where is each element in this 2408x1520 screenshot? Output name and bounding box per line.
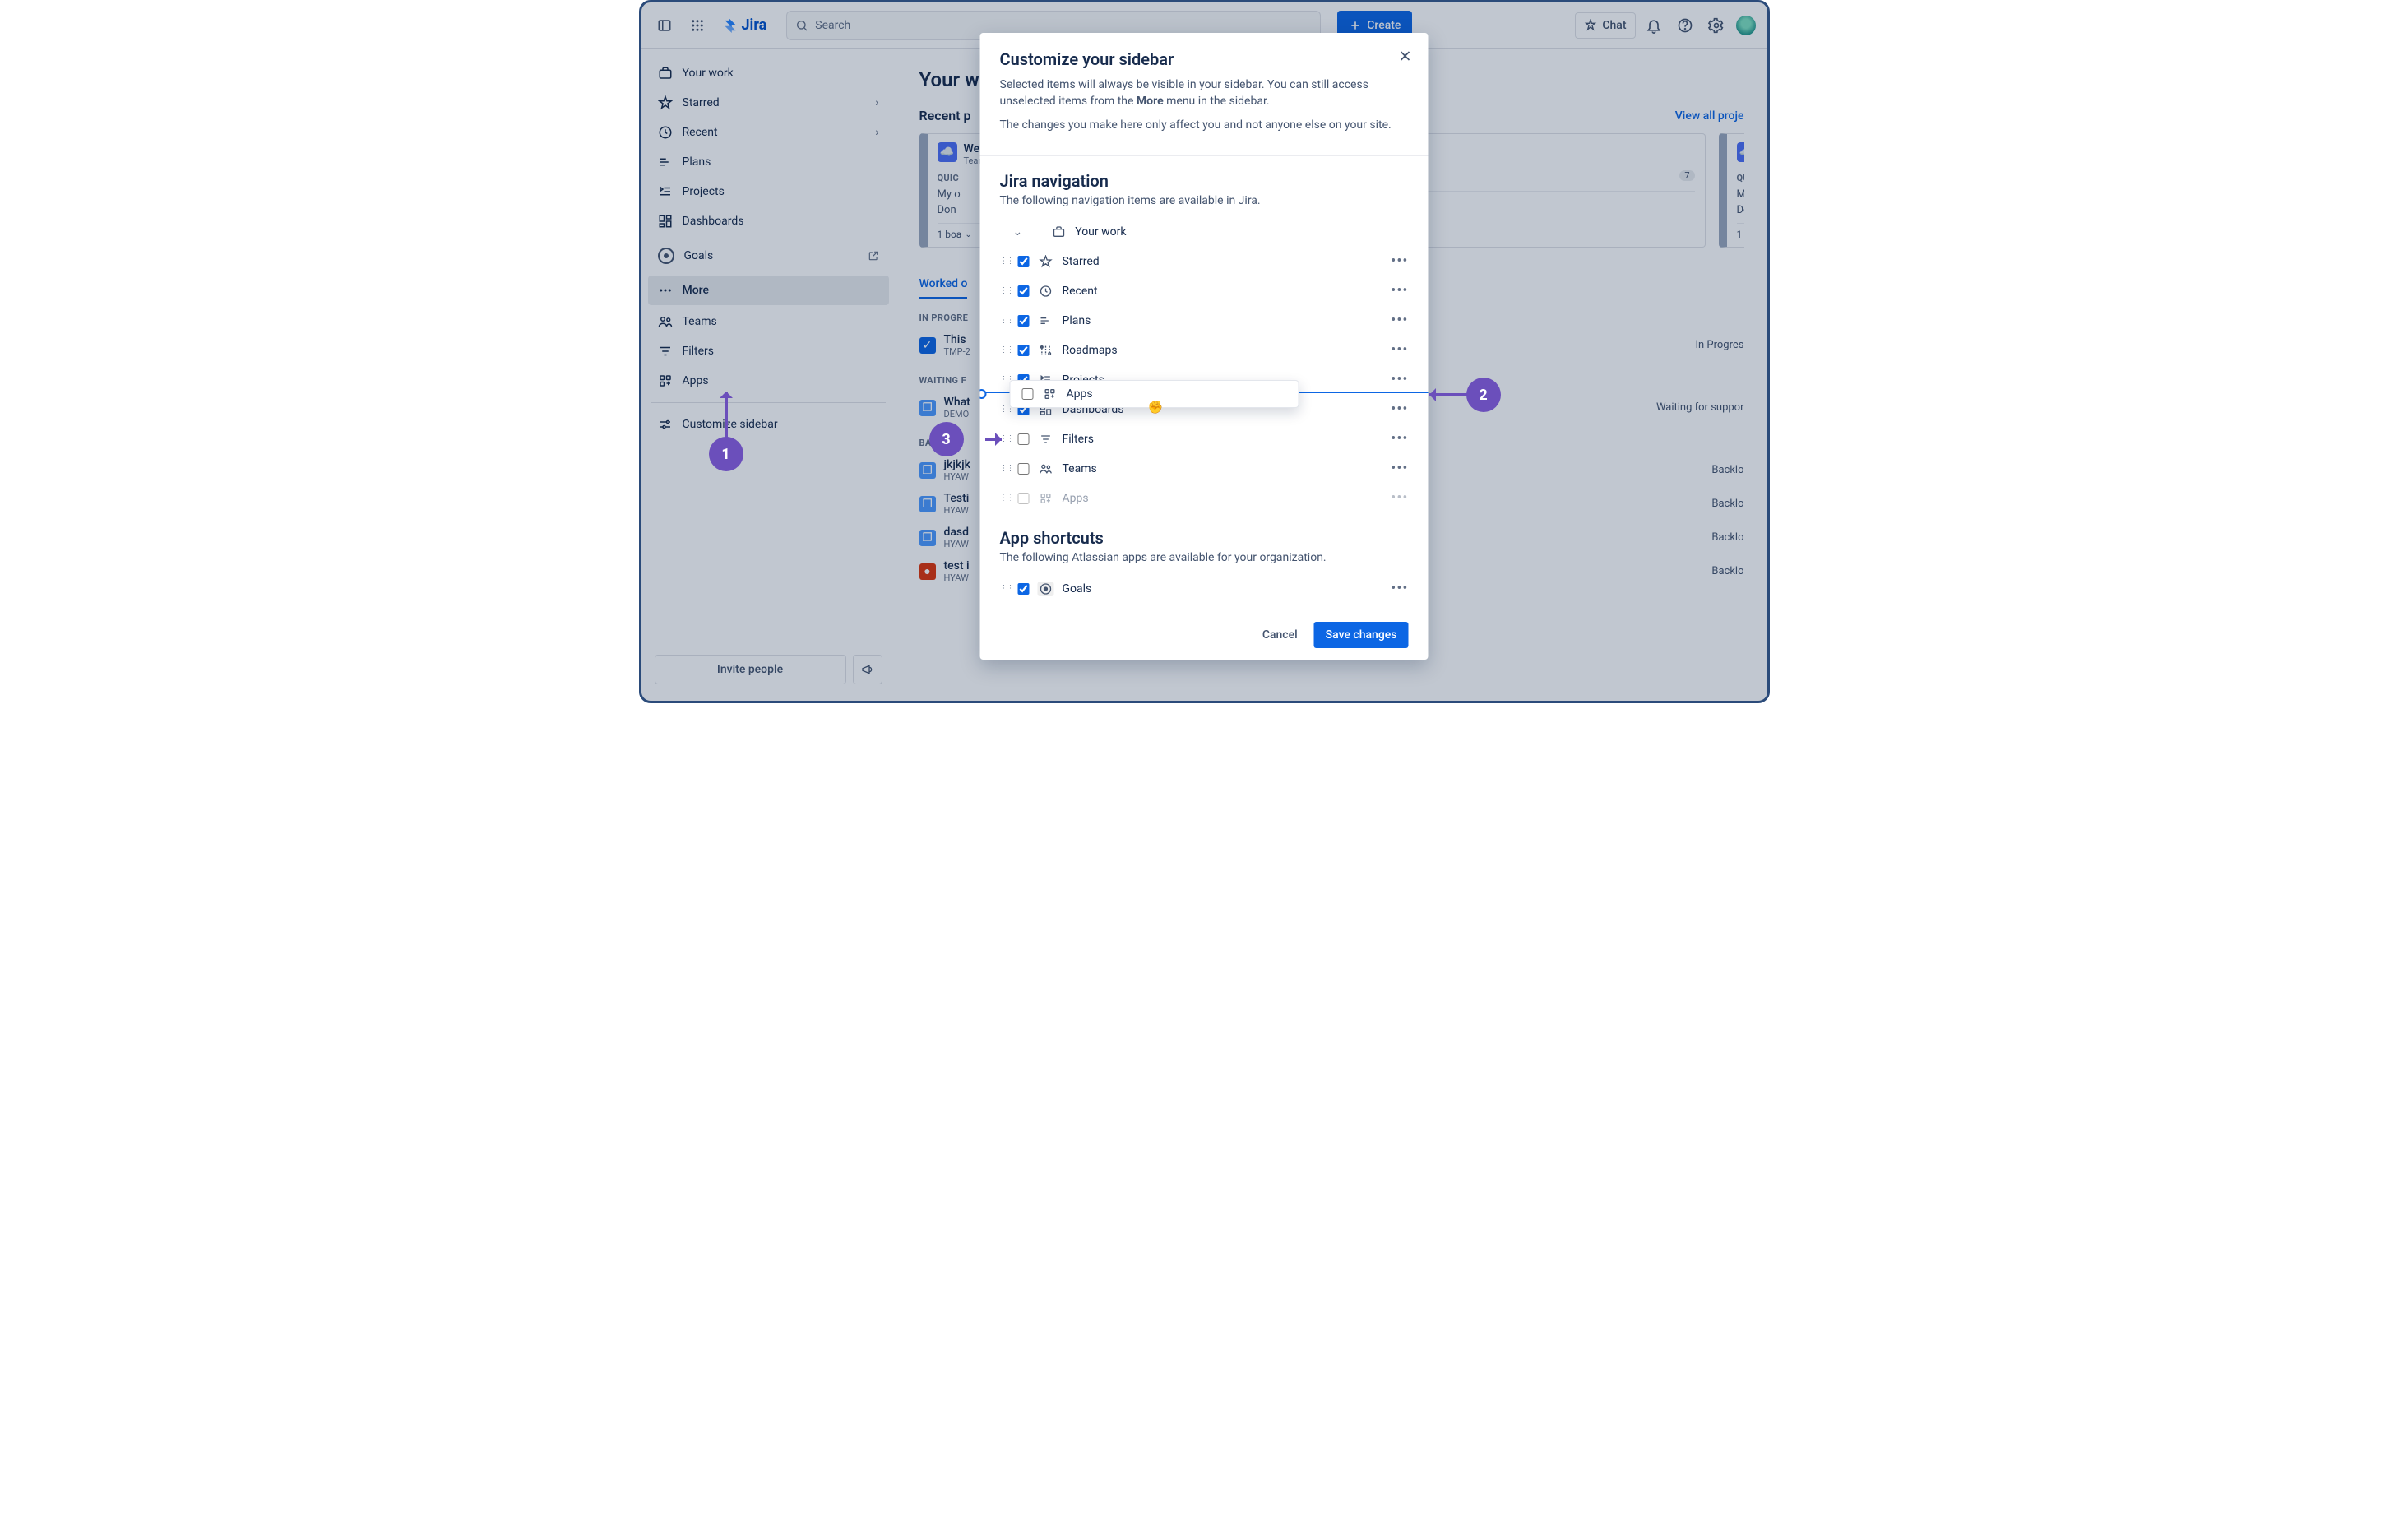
nav-item-label: Starred (1063, 255, 1100, 268)
nav-item-plans[interactable]: ⋮⋮ Plans ••• (1000, 306, 1409, 336)
callout-badge-3: 3 (929, 422, 964, 456)
nav-item-label: Plans (1063, 314, 1091, 327)
shortcut-checkbox[interactable] (1018, 583, 1030, 595)
drag-handle-icon[interactable]: ⋮⋮ (1000, 257, 1010, 266)
drag-handle-icon[interactable]: ⋮⋮ (1000, 464, 1010, 473)
nav-item-checkbox[interactable] (1018, 433, 1030, 445)
nav-item-checkbox[interactable] (1018, 256, 1030, 267)
callout-arrow-1 (725, 392, 728, 438)
nav-item-recent[interactable]: ⋮⋮ Recent ••• (1000, 276, 1409, 306)
modal-description-2: The changes you make here only affect yo… (1000, 118, 1409, 134)
nav-item-label: Your work (1075, 225, 1126, 239)
nav-item-roadmaps[interactable]: ⋮⋮ Roadmaps ••• (1000, 336, 1409, 365)
drag-ghost-label: Apps (1067, 387, 1093, 401)
nav-item-label: Recent (1063, 285, 1098, 298)
nav-item-label: Teams (1063, 462, 1097, 475)
nav-item-more-button[interactable]: ••• (1391, 489, 1408, 507)
callout-badge-1: 1 (709, 437, 743, 471)
grab-cursor-icon: ✊ (1148, 400, 1164, 415)
modal-close-button[interactable] (1397, 48, 1414, 67)
nav-item-more-button[interactable]: ••• (1391, 253, 1408, 270)
nav-item-label: Roadmaps (1063, 344, 1118, 357)
nav-item-checkbox[interactable] (1018, 493, 1030, 504)
shortcuts-section-subtitle: The following Atlassian apps are availab… (1000, 551, 1409, 564)
nav-section-title: Jira navigation (1000, 171, 1409, 191)
nav-item-more-button[interactable]: ••• (1391, 430, 1408, 447)
chevron-down-icon: ⌄ (1013, 225, 1023, 239)
roadmap-icon (1038, 344, 1054, 357)
nav-item-label: Apps (1063, 492, 1089, 505)
customize-sidebar-modal: Customize your sidebar Selected items wi… (980, 33, 1429, 660)
callout-arrow-2 (1429, 393, 1469, 396)
nav-item-checkbox[interactable] (1018, 463, 1030, 475)
drag-handle-icon[interactable]: ⋮⋮ (1000, 316, 1010, 325)
nav-item-teams[interactable]: ⋮⋮ Teams ••• (1000, 454, 1409, 484)
nav-item-checkbox[interactable] (1018, 285, 1030, 297)
nav-item-apps[interactable]: ⋮⋮ Apps ••• (1000, 484, 1409, 513)
nav-item-more-button[interactable]: ••• (1391, 341, 1408, 359)
drag-handle-icon[interactable]: ⋮⋮ (1000, 286, 1010, 295)
drag-handle-icon[interactable]: ⋮⋮ (1000, 405, 1010, 414)
nav-item-starred[interactable]: ⋮⋮ Starred ••• (1000, 247, 1409, 276)
nav-item-more-button[interactable]: ••• (1391, 312, 1408, 329)
nav-section-subtitle: The following navigation items are avail… (1000, 194, 1409, 207)
cancel-button[interactable]: Cancel (1253, 622, 1308, 648)
goals-icon (1038, 582, 1054, 596)
shortcut-label: Goals (1063, 582, 1092, 595)
callout-arrow-3 (985, 438, 1002, 441)
nav-item-more-button[interactable]: ••• (1391, 371, 1408, 388)
nav-item-checkbox[interactable] (1018, 345, 1030, 356)
nav-item-filters[interactable]: ⋮⋮Filters••• (1000, 424, 1409, 454)
modal-title: Customize your sidebar (1000, 49, 1409, 69)
nav-item-more-button[interactable]: ••• (1391, 401, 1408, 418)
drag-handle-icon[interactable]: ⋮⋮ (1000, 345, 1010, 355)
briefcase-icon (1050, 225, 1067, 239)
nav-item-more-button[interactable]: ••• (1391, 282, 1408, 299)
shortcuts-section-title: App shortcuts (1000, 528, 1409, 548)
clock-icon (1038, 285, 1054, 298)
modal-description: Selected items will always be visible in… (1000, 77, 1409, 109)
drag-handle-icon[interactable]: ⋮⋮ (1000, 494, 1010, 503)
shortcut-more-button[interactable]: ••• (1391, 580, 1408, 597)
star-icon (1038, 255, 1054, 268)
teams-icon (1038, 462, 1054, 475)
apps-icon (1042, 387, 1058, 401)
drag-ghost-checkbox (1022, 388, 1034, 400)
callout-badge-2: 2 (1466, 378, 1501, 412)
shortcut-item-goals[interactable]: ⋮⋮ Goals ••• (1000, 574, 1409, 604)
nav-item-more-button[interactable]: ••• (1391, 460, 1408, 477)
nav-item-checkbox[interactable] (1018, 315, 1030, 327)
close-icon (1397, 48, 1414, 64)
nav-item-label: Filters (1063, 433, 1095, 446)
nav-item-your-work[interactable]: ⋮⋮⌄Your work (1000, 217, 1409, 247)
filter-icon (1038, 433, 1054, 446)
plans-icon (1038, 314, 1054, 327)
drag-handle-icon[interactable]: ⋮⋮ (1000, 375, 1010, 384)
drag-handle-icon[interactable]: ⋮⋮ (1000, 584, 1010, 593)
apps-icon (1038, 492, 1054, 505)
save-changes-button[interactable]: Save changes (1314, 622, 1409, 648)
